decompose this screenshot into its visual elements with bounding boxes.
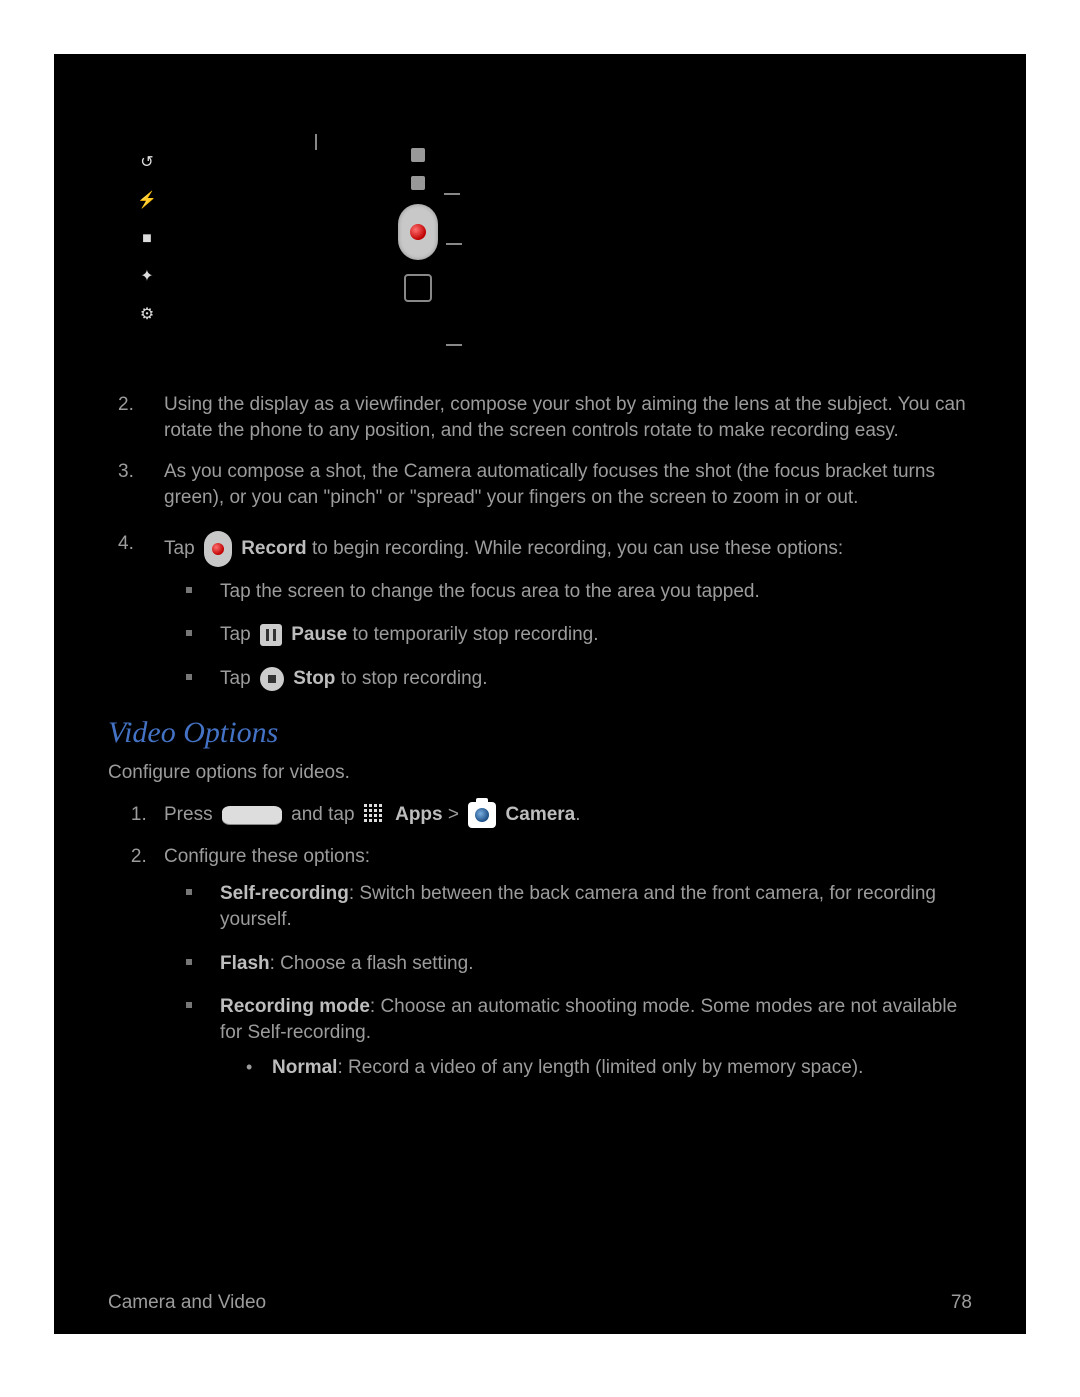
opt2-rest: : Choose a flash setting. [270, 953, 474, 974]
vo-step-2: Configure these options: Self-recording:… [152, 844, 972, 1081]
effects-icon: ✦ [136, 266, 158, 288]
opt1-bold: Self-recording [220, 883, 349, 904]
record-icon [204, 531, 232, 567]
document-page: ↺ ⚡ ■ ✦ ⚙ Using the display as a viewfin… [54, 54, 1026, 1334]
opt-recording-mode: Recording mode: Choose an automatic shoo… [208, 994, 972, 1081]
self-recording-icon: ↺ [136, 152, 158, 174]
camera-mode-icon [411, 176, 425, 190]
vo2-text: Configure these options: [164, 846, 370, 867]
step-4-bullet-3: Tap Stop to stop recording. [208, 666, 972, 692]
step-4-pre: Tap [164, 538, 200, 559]
step-4-bullet-2: Tap Pause to temporarily stop recording. [208, 622, 972, 648]
camera-left-toolbar: ↺ ⚡ ■ ✦ ⚙ [136, 152, 158, 326]
section-heading-video-options: Video Options [108, 713, 972, 754]
opt-flash: Flash: Choose a flash setting. [208, 951, 972, 977]
camera-app-icon [468, 802, 496, 828]
page-footer: Camera and Video 78 [108, 1290, 972, 1316]
stop-icon [260, 667, 284, 691]
vo1-mid: and tap [286, 804, 360, 825]
video-options-list: Press and tap Apps > Camera. Configure t… [108, 802, 972, 1081]
step-2-text: Using the display as a viewfinder, compo… [164, 394, 966, 441]
step-3: As you compose a shot, the Camera automa… [152, 459, 972, 510]
vo1-end: . [575, 804, 580, 825]
home-button-icon [222, 806, 282, 824]
opt2-bold: Flash [220, 953, 270, 974]
vo1-camera: Camera [506, 804, 576, 825]
recording-mode-sublist: Normal: Record a video of any length (li… [220, 1055, 972, 1081]
mode-normal-bold: Normal [272, 1057, 337, 1078]
b2-pre: Tap [220, 624, 256, 645]
apps-grid-icon [364, 804, 386, 826]
camera-viewfinder-screenshot: ↺ ⚡ ■ ✦ ⚙ [126, 142, 452, 372]
gallery-thumbnail-icon [404, 274, 432, 302]
step-4-post: to begin recording. While recording, you… [307, 538, 844, 559]
settings-icon: ⚙ [136, 304, 158, 326]
opt-self-recording: Self-recording: Switch between the back … [208, 881, 972, 932]
instruction-list-a: Using the display as a viewfinder, compo… [108, 392, 972, 511]
vo1-gt: > [443, 804, 465, 825]
b2-post: to temporarily stop recording. [347, 624, 598, 645]
mode-normal-rest: : Record a video of any length (limited … [337, 1057, 863, 1078]
pause-icon [260, 624, 282, 646]
step-4-bold: Record [241, 538, 306, 559]
footer-section-title: Camera and Video [108, 1290, 266, 1316]
vo-options-list: Self-recording: Switch between the back … [164, 881, 972, 1081]
instruction-list-b: Tap Record to begin recording. While rec… [108, 531, 972, 692]
step-4: Tap Record to begin recording. While rec… [152, 531, 972, 692]
step-4-sublist: Tap the screen to change the focus area … [164, 579, 972, 692]
vo-step-1: Press and tap Apps > Camera. [152, 802, 972, 828]
camera-right-toolbar [398, 148, 438, 302]
page-content: Using the display as a viewfinder, compo… [108, 392, 972, 1099]
vo1-pre: Press [164, 804, 218, 825]
step-2: Using the display as a viewfinder, compo… [152, 392, 972, 443]
mode-icon: ■ [136, 228, 158, 250]
opt3-bold: Recording mode [220, 996, 370, 1017]
b2-bold: Pause [291, 624, 347, 645]
vo1-apps: Apps [395, 804, 443, 825]
step-4-bullet-1-text: Tap the screen to change the focus area … [220, 581, 760, 602]
step-4-bullet-1: Tap the screen to change the focus area … [208, 579, 972, 605]
camera-switch-icon [411, 148, 425, 162]
b3-post: to stop recording. [335, 668, 487, 689]
b3-bold: Stop [293, 668, 335, 689]
b3-pre: Tap [220, 668, 256, 689]
footer-page-number: 78 [951, 1290, 972, 1316]
record-button-icon [398, 204, 438, 260]
step-3-text: As you compose a shot, the Camera automa… [164, 461, 935, 508]
mode-normal: Normal: Record a video of any length (li… [264, 1055, 972, 1081]
section-intro: Configure options for videos. [108, 760, 972, 786]
flash-icon: ⚡ [136, 190, 158, 212]
